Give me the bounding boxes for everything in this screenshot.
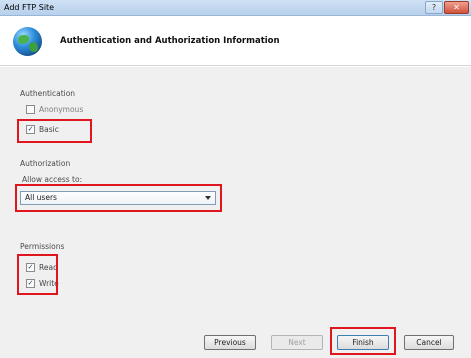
next-button-label: Next bbox=[288, 338, 306, 347]
close-button[interactable]: ✕ bbox=[444, 1, 469, 14]
permissions-highlight-box bbox=[17, 254, 58, 295]
window-title: Add FTP Site bbox=[4, 3, 55, 12]
permissions-section-label: Permissions bbox=[20, 242, 65, 251]
anonymous-checkbox-box[interactable] bbox=[26, 104, 35, 114]
basic-highlight-box bbox=[17, 119, 92, 143]
page-title: Authentication and Authorization Informa… bbox=[60, 36, 280, 46]
authentication-section-label: Authentication bbox=[20, 89, 76, 98]
anonymous-label: Anonymous bbox=[39, 104, 84, 114]
allow-access-highlight-box bbox=[15, 184, 222, 212]
cancel-button-label: Cancel bbox=[416, 338, 442, 347]
cancel-button[interactable]: Cancel bbox=[404, 335, 454, 350]
close-icon: ✕ bbox=[453, 3, 460, 12]
wizard-header: Authentication and Authorization Informa… bbox=[0, 16, 471, 66]
help-button[interactable]: ? bbox=[425, 1, 443, 14]
help-icon: ? bbox=[431, 3, 437, 12]
finish-highlight-box bbox=[330, 327, 396, 355]
authorization-section-label: Authorization bbox=[20, 159, 71, 168]
title-bar: Add FTP Site ? ✕ bbox=[0, 0, 471, 16]
previous-button-label: Previous bbox=[214, 338, 246, 347]
allow-access-label: Allow access to: bbox=[22, 175, 83, 184]
previous-button[interactable]: Previous bbox=[204, 335, 256, 350]
next-button[interactable]: Next bbox=[271, 335, 323, 350]
globe-icon bbox=[13, 27, 42, 56]
anonymous-checkbox[interactable]: Anonymous bbox=[26, 104, 83, 114]
